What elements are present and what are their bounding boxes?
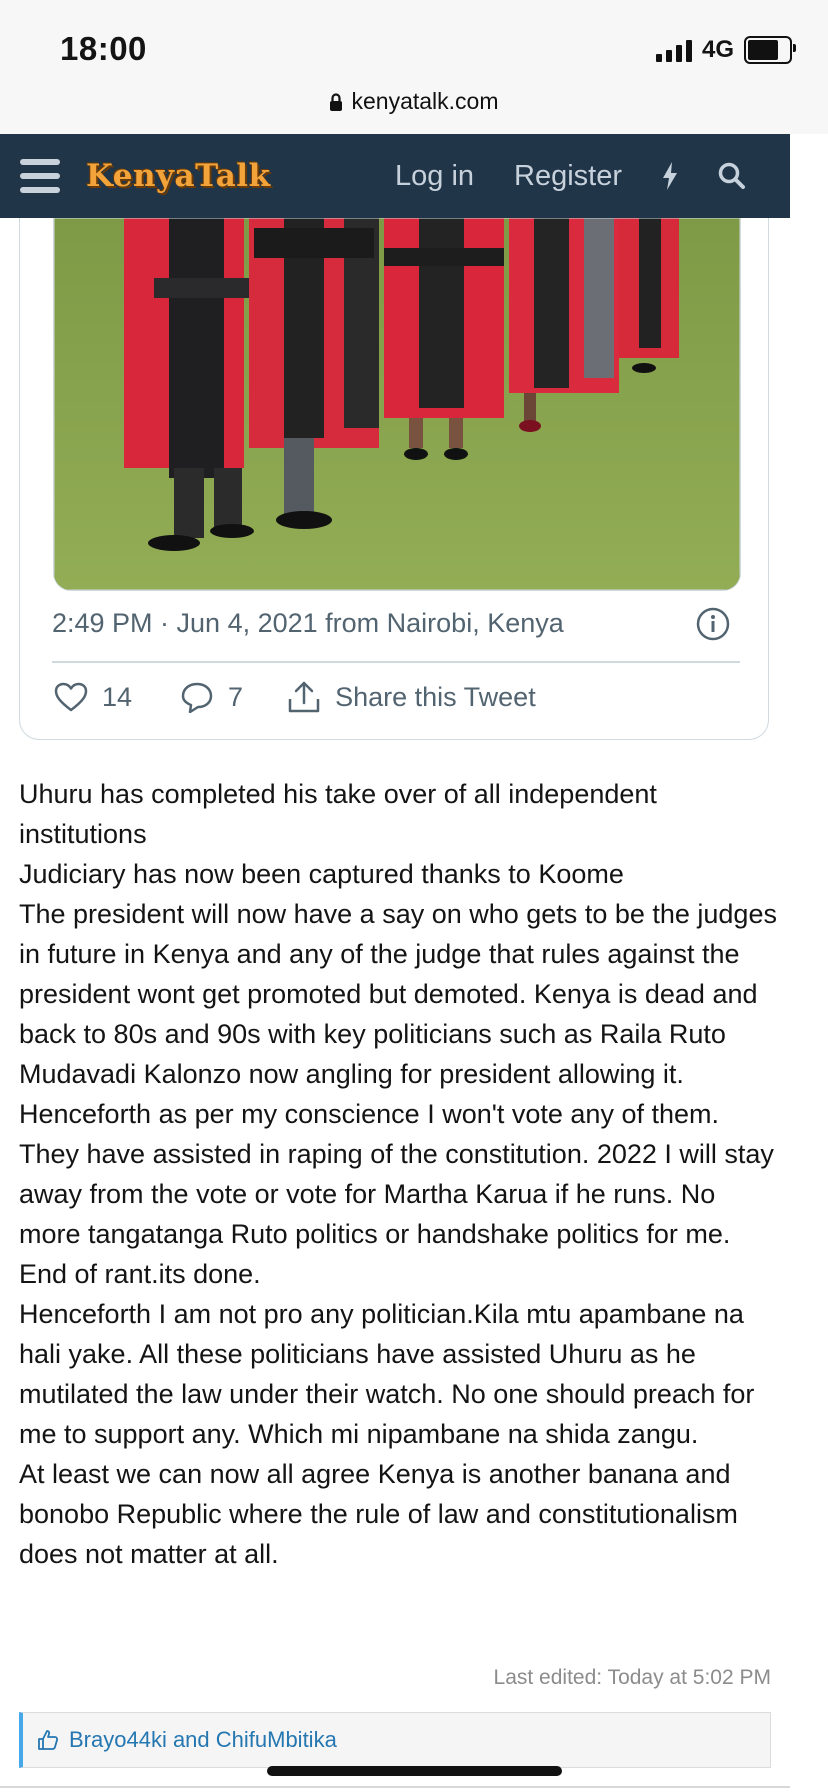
info-icon[interactable] — [696, 607, 730, 646]
register-link[interactable]: Register — [514, 160, 622, 193]
home-indicator[interactable] — [267, 1766, 562, 1776]
share-icon — [288, 681, 320, 713]
search-icon[interactable] — [718, 162, 746, 190]
tweet-divider — [52, 661, 740, 663]
reply-bubble-icon — [181, 682, 213, 713]
url-text: kenyatalk.com — [351, 88, 499, 114]
lock-icon — [330, 93, 343, 111]
post-body: Uhuru has completed his take over of all… — [19, 774, 779, 1574]
post-paragraph: Judiciary has now been captured thanks t… — [19, 859, 624, 889]
last-edited: Last edited: Today at 5:02 PM — [493, 1666, 771, 1689]
status-indicators: 4G — [655, 36, 796, 64]
like-button[interactable]: 14 — [54, 682, 132, 713]
like-count: 14 — [102, 681, 133, 712]
post-paragraph: At least we can now all agree Kenya is a… — [19, 1459, 738, 1569]
network-type: 4G — [701, 36, 734, 63]
tweet-actions: 14 7 Share this Tweet — [52, 681, 536, 713]
status-time: 18:00 — [60, 30, 147, 67]
signal-icon — [655, 38, 692, 62]
address-bar[interactable]: kenyatalk.com — [0, 88, 828, 115]
judges-photo-illustration — [54, 218, 740, 590]
battery-icon — [744, 36, 796, 64]
post-paragraph: The president will now have a say on who… — [19, 899, 777, 1289]
embedded-tweet[interactable]: 2:49 PM · Jun 4, 2021 from Nairobi, Keny… — [19, 218, 769, 740]
reactions-users[interactable]: Brayo44ki and ChifuMbitika — [69, 1727, 337, 1753]
site-logo[interactable]: KenyaTalk — [86, 158, 271, 194]
reply-count: 7 — [228, 681, 244, 712]
post-paragraph: Henceforth I am not pro any politician.K… — [19, 1299, 755, 1449]
login-link[interactable]: Log in — [395, 160, 474, 193]
post-paragraph: Uhuru has completed his take over of all… — [19, 779, 657, 849]
tweet-timestamp[interactable]: 2:49 PM · Jun 4, 2021 from Nairobi, Keny… — [52, 608, 564, 639]
thumbs-up-icon — [38, 1730, 59, 1750]
header-nav: Log in Register — [395, 134, 786, 218]
bottom-divider — [0, 1786, 790, 1788]
share-label: Share this Tweet — [335, 681, 536, 712]
heart-icon — [54, 682, 88, 712]
bolt-icon[interactable] — [662, 162, 678, 190]
site-header: KenyaTalk Log in Register — [0, 134, 790, 218]
share-tweet-button[interactable]: Share this Tweet — [287, 681, 536, 713]
reactions-bar[interactable]: Brayo44ki and ChifuMbitika — [19, 1712, 771, 1768]
page-gutter — [790, 134, 828, 1792]
browser-chrome: 18:00 4G kenyatalk.com — [0, 0, 828, 134]
menu-icon[interactable] — [20, 159, 60, 193]
reply-button[interactable]: 7 — [180, 681, 243, 713]
tweet-photo[interactable] — [53, 218, 741, 591]
